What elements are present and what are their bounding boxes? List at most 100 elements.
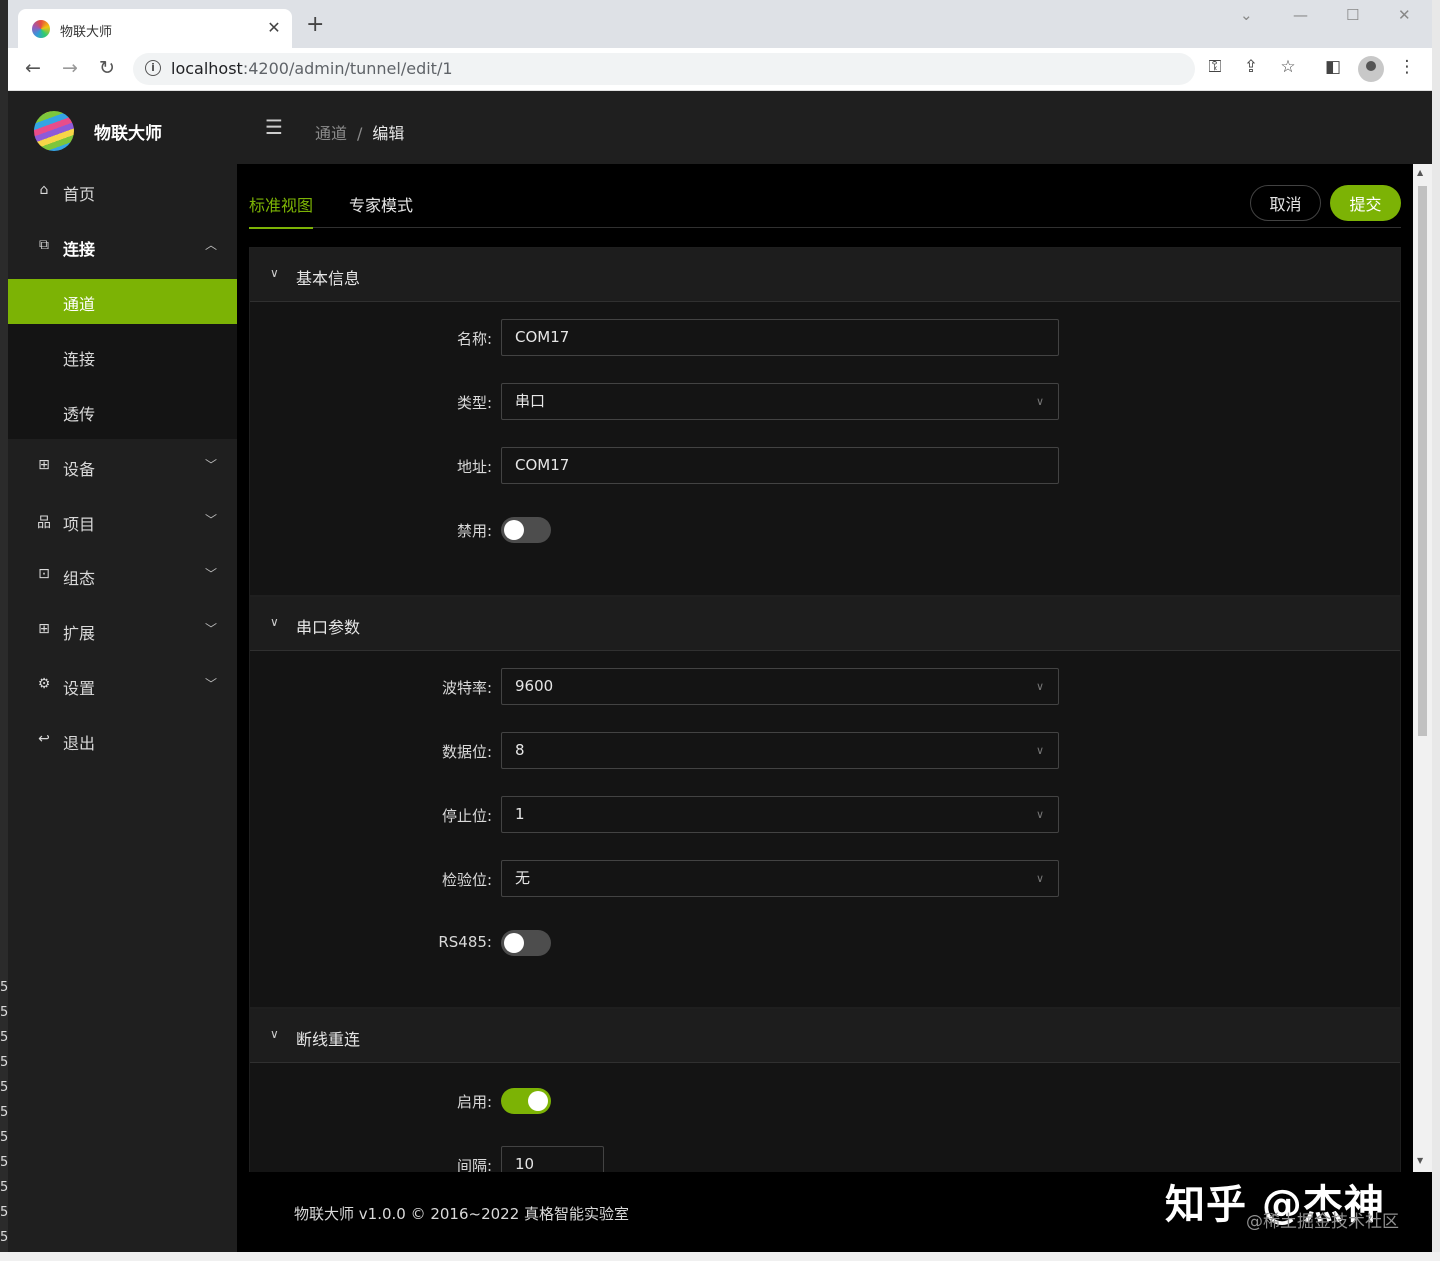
chevron-down-icon: ﹀ <box>204 513 217 527</box>
address-input[interactable]: COM17 <box>501 447 1059 484</box>
gear-icon: ⚙ <box>37 676 51 692</box>
home-icon: ⌂ <box>39 182 49 198</box>
panel-reconnect: ∨ 断线重连 启用: 间隔: 10 <box>249 1008 1401 1172</box>
share-icon[interactable]: ⇪ <box>1239 57 1263 77</box>
forward-icon[interactable]: → <box>58 57 82 79</box>
cancel-button[interactable]: 取消 <box>1250 185 1321 221</box>
databits-select[interactable]: 8 ∨ <box>501 732 1059 769</box>
sidebar-item-layout[interactable]: ⊡ 组态 ﹀ <box>8 553 237 599</box>
form-row-name: 名称: COM17 <box>250 319 1400 357</box>
stopbits-select[interactable]: 1 ∨ <box>501 796 1059 833</box>
breadcrumb: 通道 / 编辑 <box>315 120 404 144</box>
project-icon: 品 <box>37 515 51 531</box>
parity-select[interactable]: 无 ∨ <box>501 860 1059 897</box>
back-icon[interactable]: ← <box>21 57 45 79</box>
chevron-down-icon: ∨ <box>270 1027 279 1041</box>
maximize-button[interactable]: ☐ <box>1346 6 1359 24</box>
sidebar-item-label: 设备 <box>63 460 96 479</box>
new-tab-button[interactable]: + <box>306 14 324 36</box>
rs485-toggle[interactable] <box>501 930 551 956</box>
app-root: 物联大师 ⌂ 首页 ⧉ 连接 ︿ 通道 连接 透传 ⊞ 设备 ﹀ 品 项目 ﹀ … <box>8 91 1432 1252</box>
view-tabs: 标准视图 专家模式 <box>249 182 1401 229</box>
chevron-down-icon: ∨ <box>1035 872 1044 885</box>
toggle-knob <box>504 520 524 540</box>
tab-search-icon[interactable]: ⌄ <box>1240 6 1253 24</box>
interval-input[interactable]: 10 <box>501 1146 604 1172</box>
sidebar: 物联大师 ⌂ 首页 ⧉ 连接 ︿ 通道 连接 透传 ⊞ 设备 ﹀ 品 项目 ﹀ … <box>8 91 237 1252</box>
menu-fold-icon[interactable]: ☰ <box>265 115 283 139</box>
submenu-item-label: 通道 <box>63 295 96 314</box>
scroll-down-icon[interactable]: ▼ <box>1417 1156 1423 1165</box>
breadcrumb-item[interactable]: 通道 <box>315 124 347 143</box>
field-label: 地址: <box>456 458 492 476</box>
panel-title: 断线重连 <box>296 1030 361 1049</box>
brand-name: 物联大师 <box>94 124 162 144</box>
chevron-down-icon: ﹀ <box>204 567 217 581</box>
desktop-bottom-edge <box>0 1252 1440 1261</box>
close-window-button[interactable]: ✕ <box>1398 6 1411 24</box>
submenu-item-transparent[interactable]: 透传 <box>8 389 237 434</box>
sidebar-item-connect[interactable]: ⧉ 连接 ︿ <box>8 224 237 270</box>
field-label: 启用: <box>456 1093 492 1111</box>
breadcrumb-current: 编辑 <box>372 124 405 143</box>
enable-toggle[interactable] <box>501 1088 551 1114</box>
panel-title: 基本信息 <box>296 269 361 288</box>
form-row-interval: 间隔: 10 <box>250 1146 1400 1172</box>
menu-kebab-icon[interactable]: ⋮ <box>1395 57 1419 77</box>
chevron-down-icon: ﹀ <box>204 677 217 691</box>
field-label: 数据位: <box>441 743 492 761</box>
chevron-down-icon: ∨ <box>1035 395 1044 408</box>
disabled-toggle[interactable] <box>501 517 551 543</box>
submenu-item-link[interactable]: 连接 <box>8 334 237 379</box>
profile-avatar[interactable] <box>1358 56 1384 82</box>
chevron-down-icon: ∨ <box>1035 744 1044 757</box>
close-tab-icon[interactable]: ✕ <box>264 18 284 37</box>
chevron-down-icon: ∨ <box>270 266 279 280</box>
form-row-stopbits: 停止位: 1 ∨ <box>250 796 1400 834</box>
star-icon[interactable]: ☆ <box>1276 57 1300 77</box>
panel-basic-info: ∨ 基本信息 名称: COM17 类型: 串口 ∨ 地址: COM17 禁用: <box>249 247 1401 596</box>
interval-value: 10 <box>515 1155 535 1172</box>
tab-expert-mode[interactable]: 专家模式 <box>349 192 413 216</box>
form-row-rs485: RS485: <box>250 924 1400 962</box>
submenu: 通道 连接 透传 <box>8 279 237 439</box>
scroll-up-icon[interactable]: ▲ <box>1417 168 1423 177</box>
sidebar-item-logout[interactable]: ↩ 退出 <box>8 718 237 764</box>
content-scrollbar[interactable]: ▲ ▼ <box>1413 164 1432 1172</box>
site-info-icon[interactable]: i <box>145 60 161 76</box>
sidebar-item-label: 设置 <box>63 679 96 698</box>
desktop-right-edge <box>1432 0 1440 1261</box>
sidebar-item-extension[interactable]: ⊞ 扩展 ﹀ <box>8 608 237 654</box>
sidebar-item-device[interactable]: ⊞ 设备 ﹀ <box>8 444 237 490</box>
omnibox[interactable]: i localhost:4200/admin/tunnel/edit/1 <box>133 53 1195 85</box>
minimize-button[interactable]: — <box>1293 6 1308 24</box>
name-input[interactable]: COM17 <box>501 319 1059 356</box>
extension-icon: ⊞ <box>38 621 50 637</box>
desktop-left-edge: 55555555555 <box>0 0 8 1261</box>
sidebar-item-home[interactable]: ⌂ 首页 <box>8 169 237 215</box>
toggle-knob <box>504 933 524 953</box>
submenu-item-tunnel[interactable]: 通道 <box>8 279 237 324</box>
panel-header[interactable]: ∨ 断线重连 <box>250 1009 1400 1063</box>
submit-button[interactable]: 提交 <box>1330 185 1401 221</box>
device-icon: ⊞ <box>38 457 50 473</box>
url-text[interactable]: localhost:4200/admin/tunnel/edit/1 <box>171 59 453 78</box>
sidebar-item-settings[interactable]: ⚙ 设置 ﹀ <box>8 663 237 709</box>
sidebar-item-label: 扩展 <box>63 624 96 643</box>
tab-standard-view[interactable]: 标准视图 <box>249 192 314 229</box>
panel-header[interactable]: ∨ 串口参数 <box>250 597 1400 651</box>
type-select[interactable]: 串口 ∨ <box>501 383 1059 420</box>
form-row-address: 地址: COM17 <box>250 447 1400 485</box>
field-label: 类型: <box>456 394 492 412</box>
scroll-thumb[interactable] <box>1418 186 1427 736</box>
panel-header[interactable]: ∨ 基本信息 <box>250 248 1400 302</box>
key-icon[interactable]: ⚿ <box>1203 57 1227 77</box>
submenu-item-label: 透传 <box>63 405 96 424</box>
browser-tab[interactable]: 物联大师 ✕ <box>18 9 292 48</box>
field-label: 波特率: <box>441 679 492 697</box>
reload-icon[interactable]: ↻ <box>95 57 119 79</box>
baud-select[interactable]: 9600 ∨ <box>501 668 1059 705</box>
side-panel-icon[interactable]: ◧ <box>1321 57 1345 77</box>
form-row-type: 类型: 串口 ∨ <box>250 383 1400 421</box>
sidebar-item-project[interactable]: 品 项目 ﹀ <box>8 499 237 545</box>
